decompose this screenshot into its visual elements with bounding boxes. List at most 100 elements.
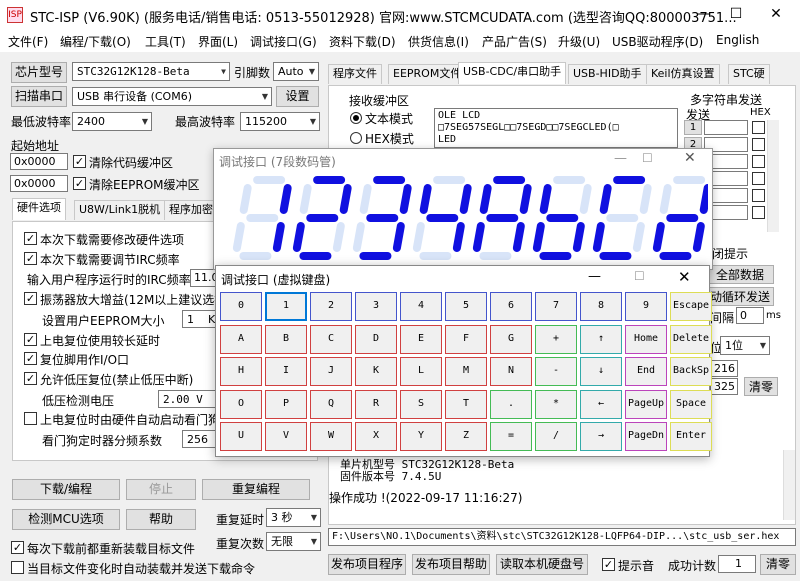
option-checkbox[interactable]: ✓ [24, 352, 37, 365]
bit-select[interactable]: 1位 ▼ [720, 336, 770, 355]
maximize-icon[interactable]: ☐ [634, 269, 645, 283]
tab-keil-sim[interactable]: Keil仿真设置 [646, 64, 720, 84]
multi-send-scrollbar[interactable] [767, 120, 779, 232]
key-y[interactable]: Y [400, 422, 442, 451]
send-row-button[interactable]: 1 [684, 120, 702, 135]
key-4[interactable]: 4 [400, 292, 442, 321]
send-row-hex-checkbox[interactable] [752, 121, 765, 134]
menu-supply[interactable]: 供货信息(I) [408, 33, 469, 50]
tab-stc-hw[interactable]: STC硬 [728, 64, 770, 84]
recv-textarea[interactable]: OLE LCD □7SEG57SEGL□□7SEGD□□7SEGCLED(□ L… [434, 108, 678, 148]
maximize-button[interactable]: ☐ [726, 4, 746, 24]
key-5[interactable]: 5 [445, 292, 487, 321]
hex-mode-radio[interactable] [350, 132, 362, 144]
port-select[interactable]: USB 串行设备 (COM6) ▼ [72, 87, 272, 106]
key-symbol[interactable]: + [535, 324, 577, 354]
key-2[interactable]: 2 [310, 292, 352, 321]
key-n[interactable]: N [490, 357, 532, 386]
tab-u8w-offline[interactable]: U8W/Link1脱机 [74, 200, 166, 220]
key-symbol[interactable]: ← [580, 389, 622, 419]
key-z[interactable]: Z [445, 422, 487, 451]
close-button[interactable]: ✕ [766, 4, 786, 24]
key-e[interactable]: E [400, 324, 442, 354]
detect-mcu-button[interactable]: 检测MCU选项 [12, 509, 120, 530]
interval-input[interactable]: 0 [736, 307, 764, 324]
publish-program-button[interactable]: 发布项目程序 [328, 554, 406, 575]
menu-ads[interactable]: 产品广告(S) [482, 33, 547, 50]
option-checkbox[interactable]: ✓ [24, 372, 37, 385]
menu-usb-driver[interactable]: USB驱动程序(D) [612, 33, 703, 50]
close-icon[interactable]: ✕ [678, 268, 691, 286]
key-u[interactable]: U [220, 422, 262, 451]
key-9[interactable]: 9 [625, 292, 667, 321]
option-checkbox[interactable] [24, 412, 37, 425]
key-symbol[interactable]: ↓ [580, 357, 622, 386]
key-d[interactable]: D [355, 324, 397, 354]
eeprom-address-input[interactable]: 0x0000 [10, 175, 68, 192]
send-row-hex-checkbox[interactable] [752, 172, 765, 185]
key-home[interactable]: Home [625, 324, 667, 354]
key-symbol[interactable]: * [535, 389, 577, 419]
tab-eeprom-file[interactable]: EEPROM文件 [388, 64, 467, 84]
key-symbol[interactable]: . [490, 389, 532, 419]
tab-hardware-options[interactable]: 硬件选项 [12, 198, 66, 220]
key-r[interactable]: R [355, 389, 397, 419]
send-row-hex-checkbox[interactable] [752, 189, 765, 202]
key-end[interactable]: End [625, 357, 667, 386]
menu-debug[interactable]: 调试接口(G) [250, 33, 317, 50]
repeat-delay-select[interactable]: 3 秒 ▼ [266, 508, 321, 527]
key-6[interactable]: 6 [490, 292, 532, 321]
key-t[interactable]: T [445, 389, 487, 419]
stop-button[interactable]: 停止 [126, 479, 196, 500]
key-symbol[interactable]: - [535, 357, 577, 386]
key-pagedn[interactable]: PageDn [625, 422, 667, 451]
key-symbol[interactable]: = [490, 422, 532, 451]
key-m[interactable]: M [445, 357, 487, 386]
key-backsp[interactable]: BackSp [670, 357, 712, 386]
option-checkbox[interactable]: ✓ [24, 292, 37, 305]
key-delete[interactable]: Delete [670, 324, 712, 354]
send-all-button[interactable]: 全部数据 [706, 265, 774, 284]
maximize-icon[interactable]: ☐ [642, 151, 662, 165]
autoload-checkbox[interactable] [11, 561, 24, 574]
key-c[interactable]: C [310, 324, 352, 354]
key-8[interactable]: 8 [580, 292, 622, 321]
key-k[interactable]: K [355, 357, 397, 386]
key-a[interactable]: A [220, 324, 262, 354]
key-h[interactable]: H [220, 357, 262, 386]
clear-code-checkbox[interactable]: ✓ [73, 155, 86, 168]
text-mode-radio[interactable] [350, 112, 362, 124]
repeat-count-select[interactable]: 无限 ▼ [266, 532, 321, 551]
menu-tools[interactable]: 工具(T) [145, 33, 186, 50]
menu-upgrade[interactable]: 升级(U) [558, 33, 600, 50]
key-v[interactable]: V [265, 422, 307, 451]
menu-program[interactable]: 编程/下载(O) [60, 33, 131, 50]
key-j[interactable]: J [310, 357, 352, 386]
tab-program-file[interactable]: 程序文件 [328, 64, 382, 84]
key-s[interactable]: S [400, 389, 442, 419]
eeprom-size-select[interactable]: 1 K [182, 310, 218, 328]
clear-eeprom-checkbox[interactable]: ✓ [73, 177, 86, 190]
minimize-icon[interactable]: — [614, 151, 634, 166]
menu-english[interactable]: English [716, 33, 759, 47]
auto-loop-button[interactable]: 动循环发送 [706, 287, 774, 306]
pin-count-select[interactable]: Auto ▼ [273, 62, 319, 81]
read-disk-button[interactable]: 读取本机硬盘号 [496, 554, 588, 575]
key-3[interactable]: 3 [355, 292, 397, 321]
sound-checkbox[interactable]: ✓ [602, 558, 615, 571]
reload-checkbox[interactable]: ✓ [11, 541, 24, 554]
tab-usb-cdc[interactable]: USB-CDC/串口助手 [458, 62, 567, 84]
key-q[interactable]: Q [310, 389, 352, 419]
chip-model-select[interactable]: STC32G12K128-Beta ▼ [72, 62, 230, 81]
key-o[interactable]: O [220, 389, 262, 419]
tab-usb-hid[interactable]: USB-HID助手 [568, 64, 647, 84]
option-checkbox[interactable]: ✓ [24, 232, 37, 245]
send-row-input[interactable] [704, 120, 748, 135]
key-w[interactable]: W [310, 422, 352, 451]
watchdog-divider-select[interactable]: 256 [182, 430, 216, 448]
key-x[interactable]: X [355, 422, 397, 451]
download-program-button[interactable]: 下载/编程 [12, 479, 120, 500]
minimize-button[interactable]: — [694, 4, 714, 24]
key-l[interactable]: L [400, 357, 442, 386]
minimize-icon[interactable]: — [588, 269, 601, 284]
